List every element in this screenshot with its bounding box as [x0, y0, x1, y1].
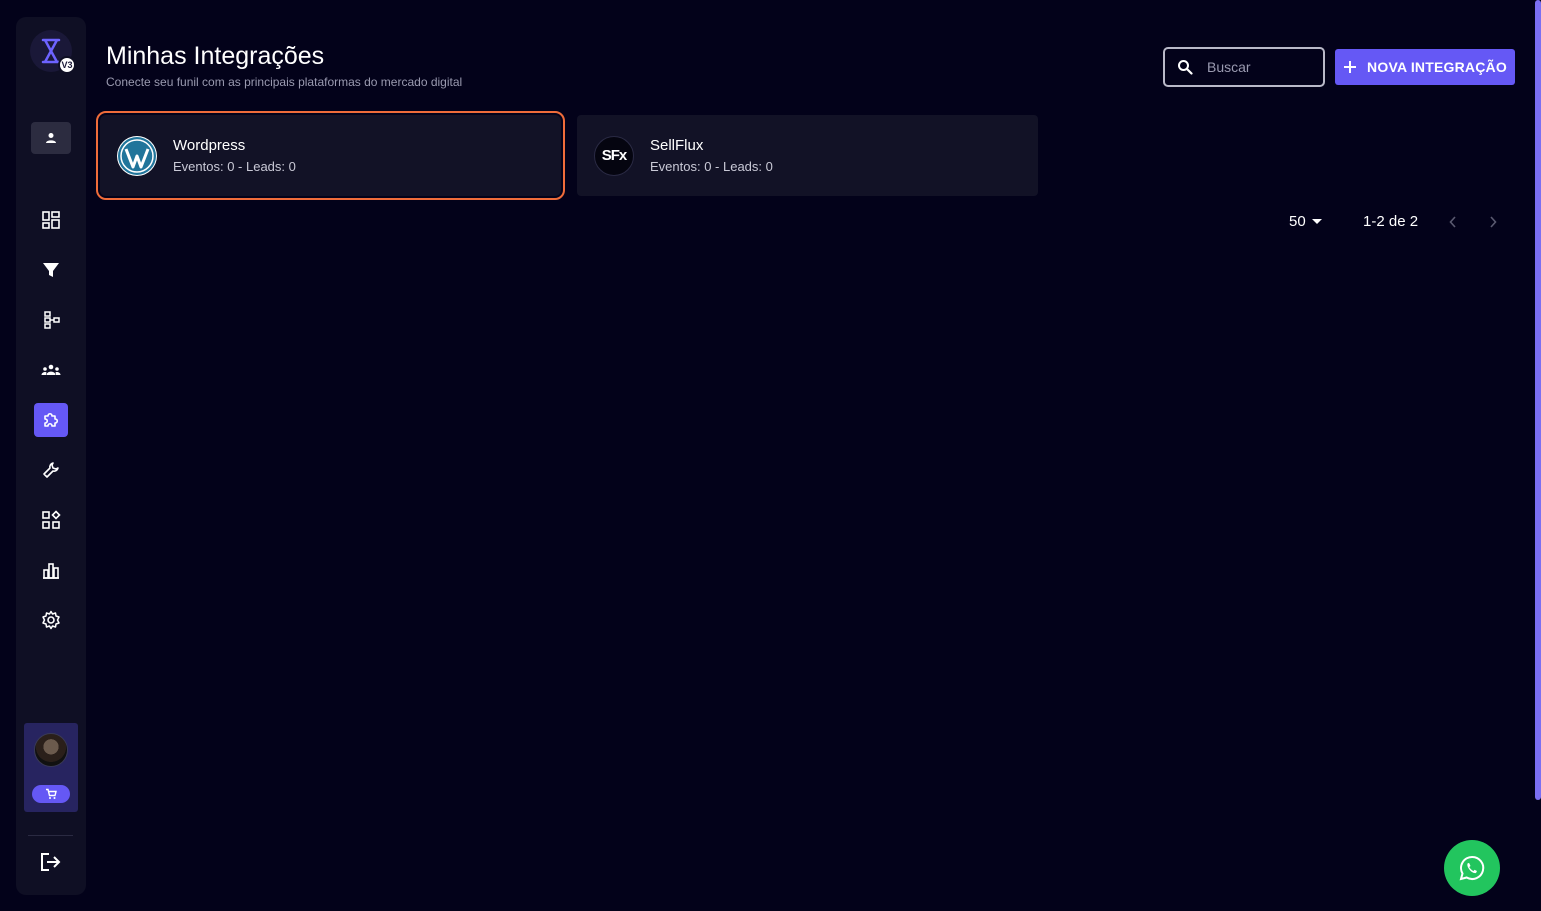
filter-icon: [43, 263, 59, 277]
version-badge: V3: [58, 56, 76, 74]
new-integration-button[interactable]: NOVA INTEGRAÇÃO: [1335, 49, 1515, 85]
sidebar-item-apps[interactable]: [34, 503, 68, 537]
puzzle-icon: [44, 412, 59, 427]
flowchart-icon: [44, 311, 60, 329]
prev-page-button[interactable]: [1443, 212, 1463, 232]
sidebar-item-integrations[interactable]: [34, 403, 68, 437]
sidebar-item-reports[interactable]: [34, 553, 68, 587]
people-icon: [41, 364, 61, 375]
per-page-select[interactable]: 50: [1289, 213, 1322, 230]
per-page-value: 50: [1289, 213, 1306, 230]
profile-button[interactable]: [31, 122, 71, 154]
sidebar-divider: [28, 835, 73, 836]
wrench-icon: [43, 462, 59, 478]
sidebar-item-funnels[interactable]: [34, 253, 68, 287]
avatar[interactable]: [34, 733, 68, 767]
wordpress-icon: [117, 135, 157, 176]
whatsapp-icon: [1459, 855, 1485, 881]
logout-button[interactable]: [38, 849, 64, 875]
search-input[interactable]: [1207, 59, 1307, 75]
app-logo[interactable]: V3: [30, 30, 76, 74]
next-page-button[interactable]: [1483, 212, 1503, 232]
scrollbar-thumb[interactable]: [1535, 0, 1541, 800]
apps-icon: [42, 510, 61, 529]
chevron-left-icon: [1449, 216, 1456, 228]
integration-stats: Eventos: 0 - Leads: 0: [650, 159, 773, 174]
integration-name: SellFlux: [650, 137, 704, 154]
caret-down-icon: [1311, 218, 1322, 224]
integration-card-wordpress[interactable]: Wordpress Eventos: 0 - Leads: 0: [96, 111, 565, 200]
page-title: Minhas Integrações: [106, 42, 325, 70]
sidebar-nav: [16, 203, 86, 653]
new-integration-label: NOVA INTEGRAÇÃO: [1367, 59, 1507, 75]
sellflux-logo: SFx: [594, 135, 634, 176]
search-box[interactable]: [1163, 47, 1325, 87]
sidebar-item-dashboard[interactable]: [34, 203, 68, 237]
scrollbar[interactable]: [1534, 0, 1541, 911]
app-root: V3 Minhas Integrações Conecte seu funil …: [0, 0, 1541, 911]
sidebar-item-leads[interactable]: [34, 353, 68, 387]
integration-stats: Eventos: 0 - Leads: 0: [173, 159, 296, 174]
sidebar: V3: [16, 17, 86, 895]
integration-card-sellflux[interactable]: SFx SellFlux Eventos: 0 - Leads: 0: [577, 115, 1038, 196]
user-panel: [24, 723, 78, 812]
logout-icon: [41, 853, 61, 871]
whatsapp-button[interactable]: [1444, 840, 1500, 896]
sidebar-item-settings[interactable]: [34, 603, 68, 637]
bar-chart-icon: [43, 563, 59, 579]
person-icon: [46, 133, 56, 143]
gear-icon: [42, 610, 60, 630]
chevron-right-icon: [1490, 216, 1497, 228]
sidebar-item-tools[interactable]: [34, 453, 68, 487]
search-icon: [1178, 60, 1193, 75]
sidebar-item-flows[interactable]: [34, 303, 68, 337]
cart-icon: [46, 788, 57, 799]
plus-icon: [1344, 61, 1357, 73]
integration-name: Wordpress: [173, 137, 246, 154]
cart-button[interactable]: [32, 785, 70, 803]
pagination-range: 1-2 de 2: [1363, 213, 1419, 230]
dashboard-icon: [42, 211, 60, 229]
page-subtitle: Conecte seu funil com as principais plat…: [106, 75, 463, 89]
